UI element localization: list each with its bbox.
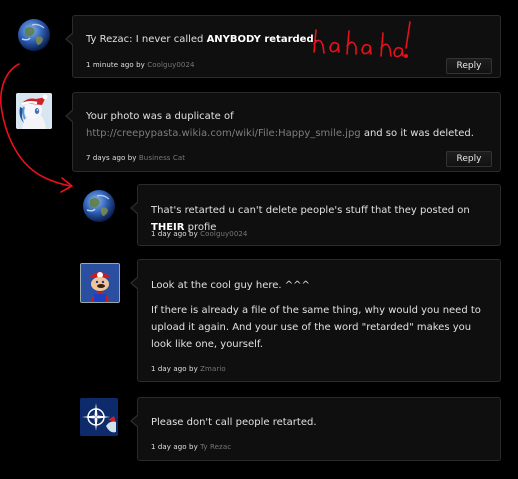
comment-paragraph: Look at the cool guy here. ^^^ [151,280,310,291]
comment-username-link[interactable]: Business Cat [139,154,185,162]
comment-time: 1 minute ago by [86,61,145,69]
comment-username-link[interactable]: Coolguy0024 [200,230,247,238]
comment-paragraph: If there is already a file of the same t… [151,305,481,350]
comment-meta: 1 day ago by Zmario [151,365,226,373]
comment-username-link[interactable]: Ty Rezac [200,443,231,451]
comment-text-plain: That's retarted u can't delete people's … [151,205,470,216]
nato-avatar[interactable] [80,398,118,436]
comment-text-plain: and so it was deleted. [360,128,474,139]
comment-bubble: Your photo was a duplicate of http://cre… [65,92,501,172]
earth-avatar[interactable] [16,17,52,53]
comment-text: Please don't call people retarted. [151,414,490,431]
comment-meta: 1 minute ago by Coolguy0024 [86,61,195,69]
comment-meta: 7 days ago by Business Cat [86,154,185,162]
comment-time: 1 day ago by [151,443,198,451]
comment-username-link[interactable]: Coolguy0024 [147,61,194,69]
comment-text-plain: Your photo was a duplicate of [86,111,234,122]
earth-avatar[interactable] [81,188,117,224]
comment-text: Your photo was a duplicate of http://cre… [86,108,490,142]
comment-time: 1 day ago by [151,230,198,238]
mario-avatar[interactable] [80,263,120,303]
comment-bubble: Please don't call people retarted. 1 day… [130,397,501,461]
comment-username-link[interactable]: Zmario [200,365,226,373]
comment-text: Ty Rezac: I never called ANYBODY retarde… [86,31,490,48]
comment-text-plain: Ty Rezac: I never called [86,34,207,45]
reply-button[interactable]: Reply [446,58,492,74]
comment-text-plain: Please don't call people retarted. [151,417,317,428]
comment-meta: 1 day ago by Ty Rezac [151,443,231,451]
comment-bubble: Look at the cool guy here. ^^^ If there … [130,259,501,382]
comment-time: 1 day ago by [151,365,198,373]
comment-bubble: That's retarted u can't delete people's … [130,184,501,246]
comment-text-bold: ANYBODY retarded. [206,34,318,45]
pony-santa-avatar[interactable] [16,93,52,129]
comment-text: Look at the cool guy here. ^^^ If there … [151,277,490,361]
comment-time: 7 days ago by [86,154,137,162]
comment-meta: 1 day ago by Coolguy0024 [151,230,247,238]
reply-button[interactable]: Reply [446,151,492,167]
file-link[interactable]: http://creepypasta.wikia.com/wiki/File:H… [86,128,361,139]
comment-bubble: Ty Rezac: I never called ANYBODY retarde… [65,15,501,78]
